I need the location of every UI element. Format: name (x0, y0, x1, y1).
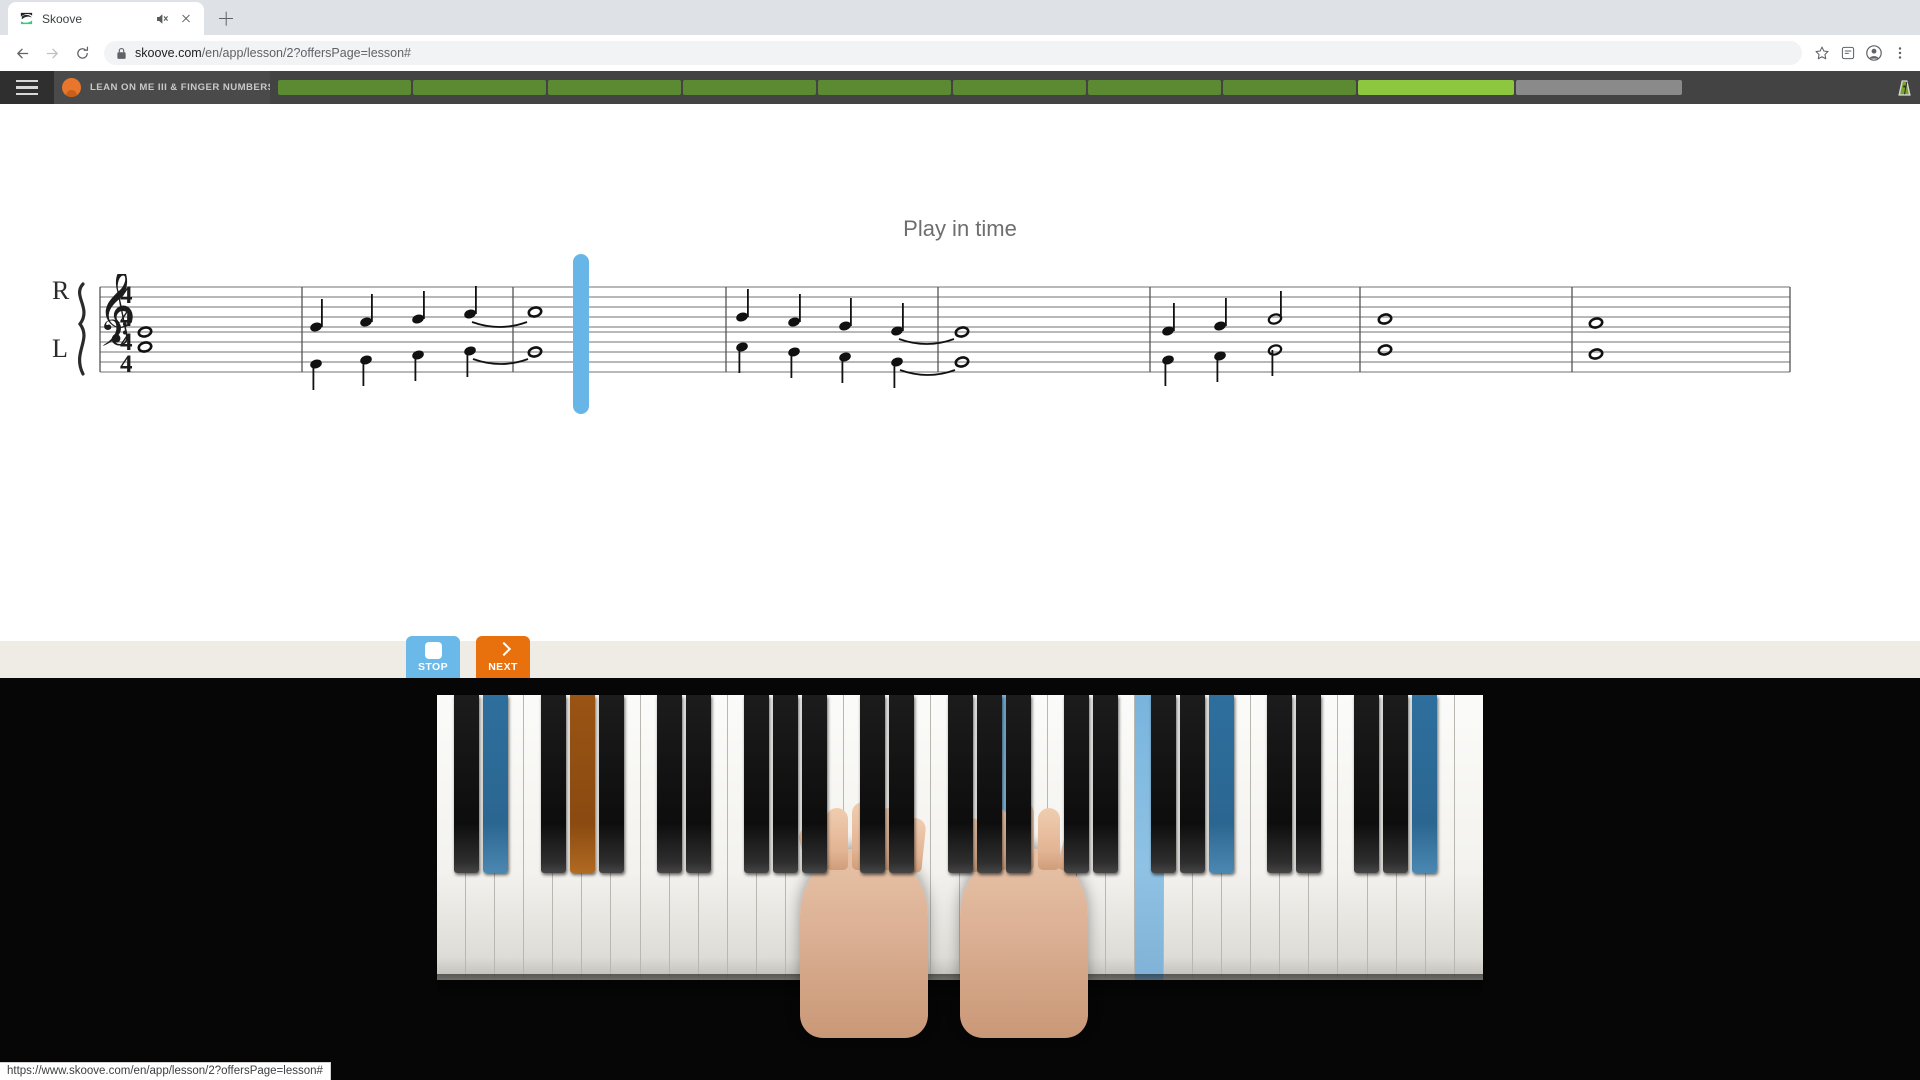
piano-black-key[interactable] (1179, 695, 1205, 873)
progress-segment-4[interactable] (683, 80, 816, 95)
piano-video (0, 678, 1920, 1080)
metronome-icon[interactable] (1892, 71, 1920, 104)
progress-segment-3[interactable] (548, 80, 681, 95)
left-hand (796, 802, 928, 1038)
piano-black-key[interactable] (1296, 695, 1322, 873)
browser-tab[interactable]: Skoove (8, 2, 204, 35)
piano-black-key[interactable] (889, 695, 915, 873)
url-path: /en/app/lesson/2?offersPage=lesson# (201, 46, 412, 60)
playback-cursor (573, 254, 589, 414)
progress-segment-10[interactable] (1516, 80, 1682, 95)
piano-black-key[interactable] (1354, 695, 1380, 873)
piano-black-key[interactable] (773, 695, 799, 873)
piano-black-key[interactable] (1005, 695, 1031, 873)
piano-black-key[interactable] (1383, 695, 1409, 873)
piano-black-key[interactable] (1209, 695, 1234, 873)
kebab-menu-icon[interactable] (1888, 41, 1912, 65)
right-hand (959, 802, 1090, 1038)
transport-strip: STOP NEXT (0, 636, 1920, 678)
stop-square-icon (424, 641, 442, 659)
piano-black-key[interactable] (569, 695, 595, 873)
new-tab-button[interactable] (212, 4, 240, 32)
browser-toolbar: skoove.com/en/app/lesson/2?offersPage=le… (0, 35, 1920, 71)
lesson-avatar-icon (62, 78, 81, 97)
tab-strip: Skoove (0, 0, 1920, 35)
piano-black-key[interactable] (598, 695, 624, 873)
app-header: LEAN ON ME III & FINGER NUMBERS (0, 71, 1920, 104)
speaker-muted-icon[interactable] (154, 11, 170, 27)
next-button[interactable]: NEXT (476, 636, 530, 678)
piano-black-key[interactable] (1267, 695, 1293, 873)
lesson-progress-bar[interactable] (270, 71, 1892, 104)
stop-button[interactable]: STOP (406, 636, 460, 678)
piano-black-key[interactable] (453, 695, 479, 873)
tab-title: Skoove (42, 11, 83, 26)
progress-segment-9[interactable] (1358, 80, 1514, 95)
piano-black-key[interactable] (686, 695, 711, 873)
progress-segment-1[interactable] (278, 80, 411, 95)
reload-icon[interactable] (68, 39, 96, 67)
note-group (1162, 291, 1283, 336)
piano-black-key[interactable] (1412, 695, 1438, 873)
star-icon[interactable] (1810, 41, 1834, 65)
left-hand-label: L (52, 334, 68, 363)
note-group (1588, 317, 1604, 360)
piano-black-key[interactable] (482, 695, 508, 873)
extension-icon[interactable] (1836, 41, 1860, 65)
skoove-logo-icon (18, 10, 34, 27)
bass-time-denominator: 4 (120, 351, 133, 378)
progress-segment-6[interactable] (953, 80, 1086, 95)
note-group (310, 286, 543, 332)
arrow-back-icon[interactable] (8, 39, 36, 67)
piano-black-key[interactable] (744, 695, 770, 873)
instruction-text: Play in time (903, 216, 1017, 241)
browser-chrome: Skoove skoove.com/en/app/lesson/2?offers… (0, 0, 1920, 71)
account-circle-icon[interactable] (1862, 41, 1886, 65)
music-score: R L 𝄞 𝄢 4 4 4 4 (52, 274, 1791, 390)
piano-black-key[interactable] (976, 695, 1002, 873)
hamburger-menu-icon[interactable] (0, 71, 54, 104)
progress-segment-5[interactable] (818, 80, 951, 95)
score-area: Play in time R L 𝄞 𝄢 4 4 4 4 (0, 104, 1920, 641)
note-group (137, 326, 153, 353)
note-group (1377, 313, 1393, 356)
progress-segment-7[interactable] (1088, 80, 1221, 95)
close-icon[interactable] (178, 11, 194, 27)
progress-segment-2[interactable] (413, 80, 546, 95)
chevron-right-icon (495, 642, 512, 659)
piano-black-key[interactable] (860, 695, 886, 873)
piano-white-key[interactable] (1454, 695, 1483, 980)
lesson-title: LEAN ON ME III & FINGER NUMBERS (90, 82, 275, 93)
next-button-label: NEXT (488, 660, 518, 673)
address-bar[interactable]: skoove.com/en/app/lesson/2?offersPage=le… (104, 41, 1802, 65)
piano-black-key[interactable] (540, 695, 566, 873)
piano-black-key[interactable] (1092, 695, 1118, 873)
arrow-forward-icon[interactable] (38, 39, 66, 67)
treble-time-denominator: 4 (120, 305, 133, 332)
piano-black-key[interactable] (1063, 695, 1089, 873)
status-bar-link: https://www.skoove.com/en/app/lesson/2?o… (0, 1062, 331, 1080)
piano-black-key[interactable] (656, 695, 682, 873)
piano-black-key[interactable] (947, 695, 973, 873)
note-group (736, 342, 970, 388)
piano-black-key[interactable] (1150, 695, 1176, 873)
url-domain: skoove.com (135, 46, 202, 60)
lesson-title-block[interactable]: LEAN ON ME III & FINGER NUMBERS (54, 71, 274, 104)
right-hand-label: R (52, 276, 70, 305)
piano-black-key[interactable] (802, 695, 828, 873)
note-group (1162, 344, 1283, 386)
lock-icon (116, 47, 127, 60)
stop-button-label: STOP (418, 660, 448, 673)
progress-segment-8[interactable] (1223, 80, 1356, 95)
